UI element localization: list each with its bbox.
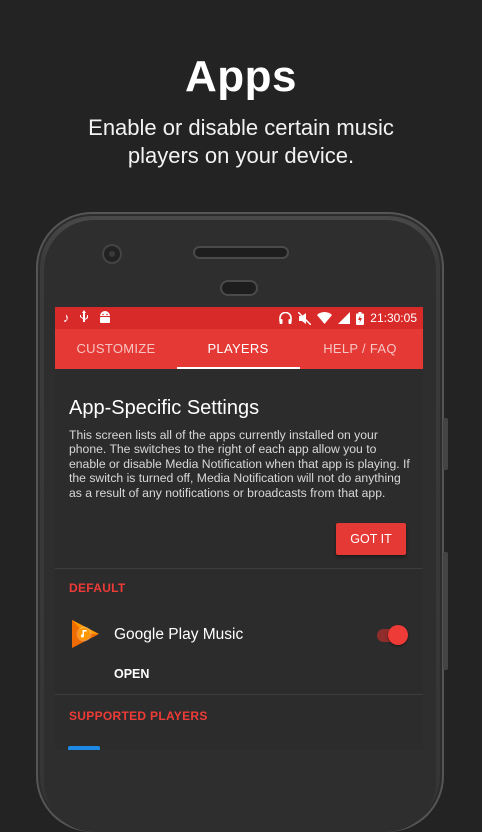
music-note-icon: ♪	[63, 310, 70, 325]
section-header-supported-players: SUPPORTED PLAYERS	[69, 709, 208, 723]
google-play-music-icon	[70, 619, 100, 649]
divider	[55, 568, 423, 569]
settings-title: App-Specific Settings	[69, 397, 260, 419]
headphones-icon	[279, 312, 293, 324]
hero-title: Apps	[185, 52, 297, 101]
app-toggle-switch[interactable]	[388, 625, 408, 645]
open-app-button[interactable]: OPEN	[114, 667, 149, 681]
mute-icon	[298, 311, 312, 325]
tab-players[interactable]: PLAYERS	[177, 329, 299, 369]
status-bar: ♪ 21:30:05	[55, 307, 423, 329]
earpiece-speaker	[195, 248, 287, 257]
android-icon	[98, 310, 112, 328]
clock: 21:30:05	[370, 311, 417, 325]
active-tab-indicator	[177, 367, 300, 369]
section-header-default: DEFAULT	[69, 581, 126, 595]
volume-button	[443, 418, 448, 470]
got-it-button[interactable]: GOT IT	[336, 523, 406, 555]
app-name: Google Play Music	[114, 626, 244, 643]
settings-description: This screen lists all of the apps curren…	[69, 428, 410, 500]
battery-charging-icon	[356, 311, 365, 325]
divider	[55, 694, 423, 695]
power-button	[443, 552, 448, 670]
usb-icon	[78, 310, 90, 328]
tab-customize[interactable]: CUSTOMIZE	[55, 329, 177, 369]
phone-screen: ♪ 21:30:05 CUSTOMIZE PLAYERS HELP / FAQ …	[55, 307, 423, 750]
app-icon-partial	[68, 746, 100, 750]
wifi-icon	[317, 312, 333, 324]
tab-help-faq[interactable]: HELP / FAQ	[299, 329, 421, 369]
proximity-sensor	[222, 282, 256, 294]
hero-subtitle: Enable or disable certain music players …	[88, 115, 394, 168]
tab-bar: CUSTOMIZE PLAYERS HELP / FAQ	[55, 329, 423, 369]
signal-icon	[338, 312, 351, 324]
front-camera	[104, 246, 120, 262]
